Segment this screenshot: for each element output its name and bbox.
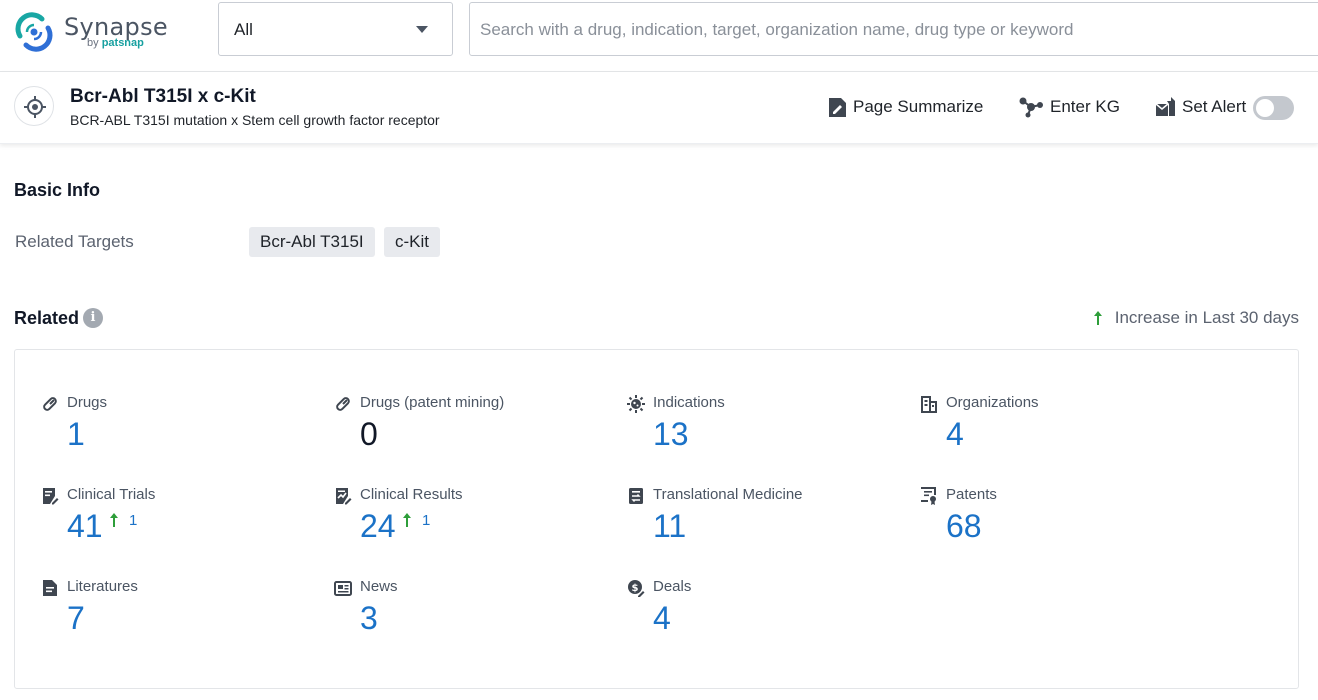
stat-value[interactable]: 41	[67, 508, 103, 545]
alert-mail-icon	[1155, 97, 1176, 117]
stat-news[interactable]: News 3	[332, 578, 592, 658]
stat-patents[interactable]: Patents 68	[918, 486, 1178, 566]
page-summarize-label: Page Summarize	[853, 97, 983, 117]
increase-arrow-icon	[402, 512, 412, 528]
increase-legend: Increase in Last 30 days	[1093, 308, 1299, 328]
page-title: Bcr-Abl T315I x c-Kit	[70, 86, 256, 108]
target-tag-c-kit[interactable]: c-Kit	[384, 227, 440, 257]
related-targets-label: Related Targets	[15, 232, 134, 252]
clinical-trial-icon	[41, 487, 59, 505]
page-subtitle: BCR-ABL T315I mutation x Stem cell growt…	[70, 112, 440, 128]
caret-down-icon	[416, 26, 428, 33]
top-bar: Synapse by patsnap All	[0, 0, 1318, 72]
alert-toggle[interactable]	[1253, 96, 1294, 120]
logo-brand: patsnap	[102, 37, 144, 49]
logo-byline: by patsnap	[87, 37, 144, 49]
stat-translational-medicine[interactable]: Translational Medicine 11	[625, 486, 885, 566]
increase-legend-label: Increase in Last 30 days	[1115, 308, 1299, 328]
patent-icon	[920, 487, 938, 505]
stat-value[interactable]: 4	[653, 600, 671, 637]
target-icon	[14, 86, 54, 126]
stat-value[interactable]: 24	[360, 508, 396, 545]
stat-organizations[interactable]: Organizations 4	[918, 394, 1178, 474]
target-header: Bcr-Abl T315I x c-Kit BCR-ABL T315I muta…	[0, 72, 1318, 144]
set-alert-button[interactable]: Set Alert	[1155, 94, 1246, 120]
enter-kg-button[interactable]: Enter KG	[1018, 94, 1120, 120]
stat-increase-value: 1	[129, 512, 137, 529]
stat-label: Clinical Results	[360, 486, 463, 503]
stat-label: Clinical Trials	[67, 486, 155, 503]
virus-icon	[627, 395, 645, 413]
translational-icon	[627, 487, 645, 505]
stat-clinical-results[interactable]: Clinical Results 24 1	[332, 486, 592, 566]
basic-info-heading: Basic Info	[14, 180, 100, 201]
stat-literatures[interactable]: Literatures 7	[39, 578, 299, 658]
stat-value[interactable]: 1	[67, 416, 85, 453]
document-icon	[41, 579, 59, 597]
stat-increase-value: 1	[422, 512, 430, 529]
stat-value[interactable]: 4	[946, 416, 964, 453]
logo-by-text: by	[87, 37, 99, 49]
set-alert-label: Set Alert	[1182, 97, 1246, 117]
target-tag-bcr-abl[interactable]: Bcr-Abl T315I	[249, 227, 375, 257]
stat-indications[interactable]: Indications 13	[625, 394, 885, 474]
increase-arrow-icon	[1093, 310, 1103, 326]
stat-label: Drugs	[67, 394, 107, 411]
svg-text:$: $	[632, 583, 639, 594]
search-scope-value: All	[234, 20, 253, 40]
stat-label: Patents	[946, 486, 997, 503]
toggle-knob	[1256, 99, 1274, 117]
clinical-result-icon	[334, 487, 352, 505]
stat-label: Indications	[653, 394, 725, 411]
stat-label: Translational Medicine	[653, 486, 803, 503]
knowledge-graph-icon	[1018, 96, 1044, 118]
page-summarize-button[interactable]: Page Summarize	[828, 94, 983, 120]
synapse-logo-icon	[12, 10, 56, 54]
stat-value[interactable]: 11	[653, 508, 686, 545]
building-icon	[920, 395, 938, 413]
info-icon[interactable]: i	[83, 308, 103, 328]
enter-kg-label: Enter KG	[1050, 97, 1120, 117]
stat-increase[interactable]: 1	[109, 512, 137, 529]
search-input[interactable]	[480, 17, 1300, 43]
stat-value[interactable]: 68	[946, 508, 982, 545]
stat-drugs[interactable]: Drugs 1	[39, 394, 299, 474]
search-box[interactable]	[469, 2, 1318, 56]
stat-value[interactable]: 13	[653, 416, 689, 453]
pill-icon	[41, 395, 59, 413]
stat-drugs-patent-mining[interactable]: Drugs (patent mining) 0	[332, 394, 592, 474]
synapse-logo[interactable]: Synapse by patsnap	[12, 10, 172, 56]
increase-arrow-icon	[109, 512, 119, 528]
related-stats-card: Drugs 1 Drugs (patent mining) 0 Indicati…	[14, 349, 1299, 689]
summarize-icon	[828, 97, 847, 118]
stat-label: Drugs (patent mining)	[360, 394, 504, 411]
stat-label: News	[360, 578, 398, 595]
stat-value[interactable]: 7	[67, 600, 85, 637]
pill-icon	[334, 395, 352, 413]
stat-value[interactable]: 3	[360, 600, 378, 637]
related-heading: Related	[14, 308, 79, 329]
deals-icon: $	[627, 579, 645, 597]
stat-deals[interactable]: $ Deals 4	[625, 578, 885, 658]
stat-value: 0	[360, 416, 378, 453]
news-icon	[334, 579, 352, 597]
stat-label: Organizations	[946, 394, 1039, 411]
stat-increase[interactable]: 1	[402, 512, 430, 529]
stat-label: Literatures	[67, 578, 138, 595]
stat-clinical-trials[interactable]: Clinical Trials 41 1	[39, 486, 299, 566]
search-scope-select[interactable]: All	[218, 2, 453, 56]
stat-label: Deals	[653, 578, 691, 595]
